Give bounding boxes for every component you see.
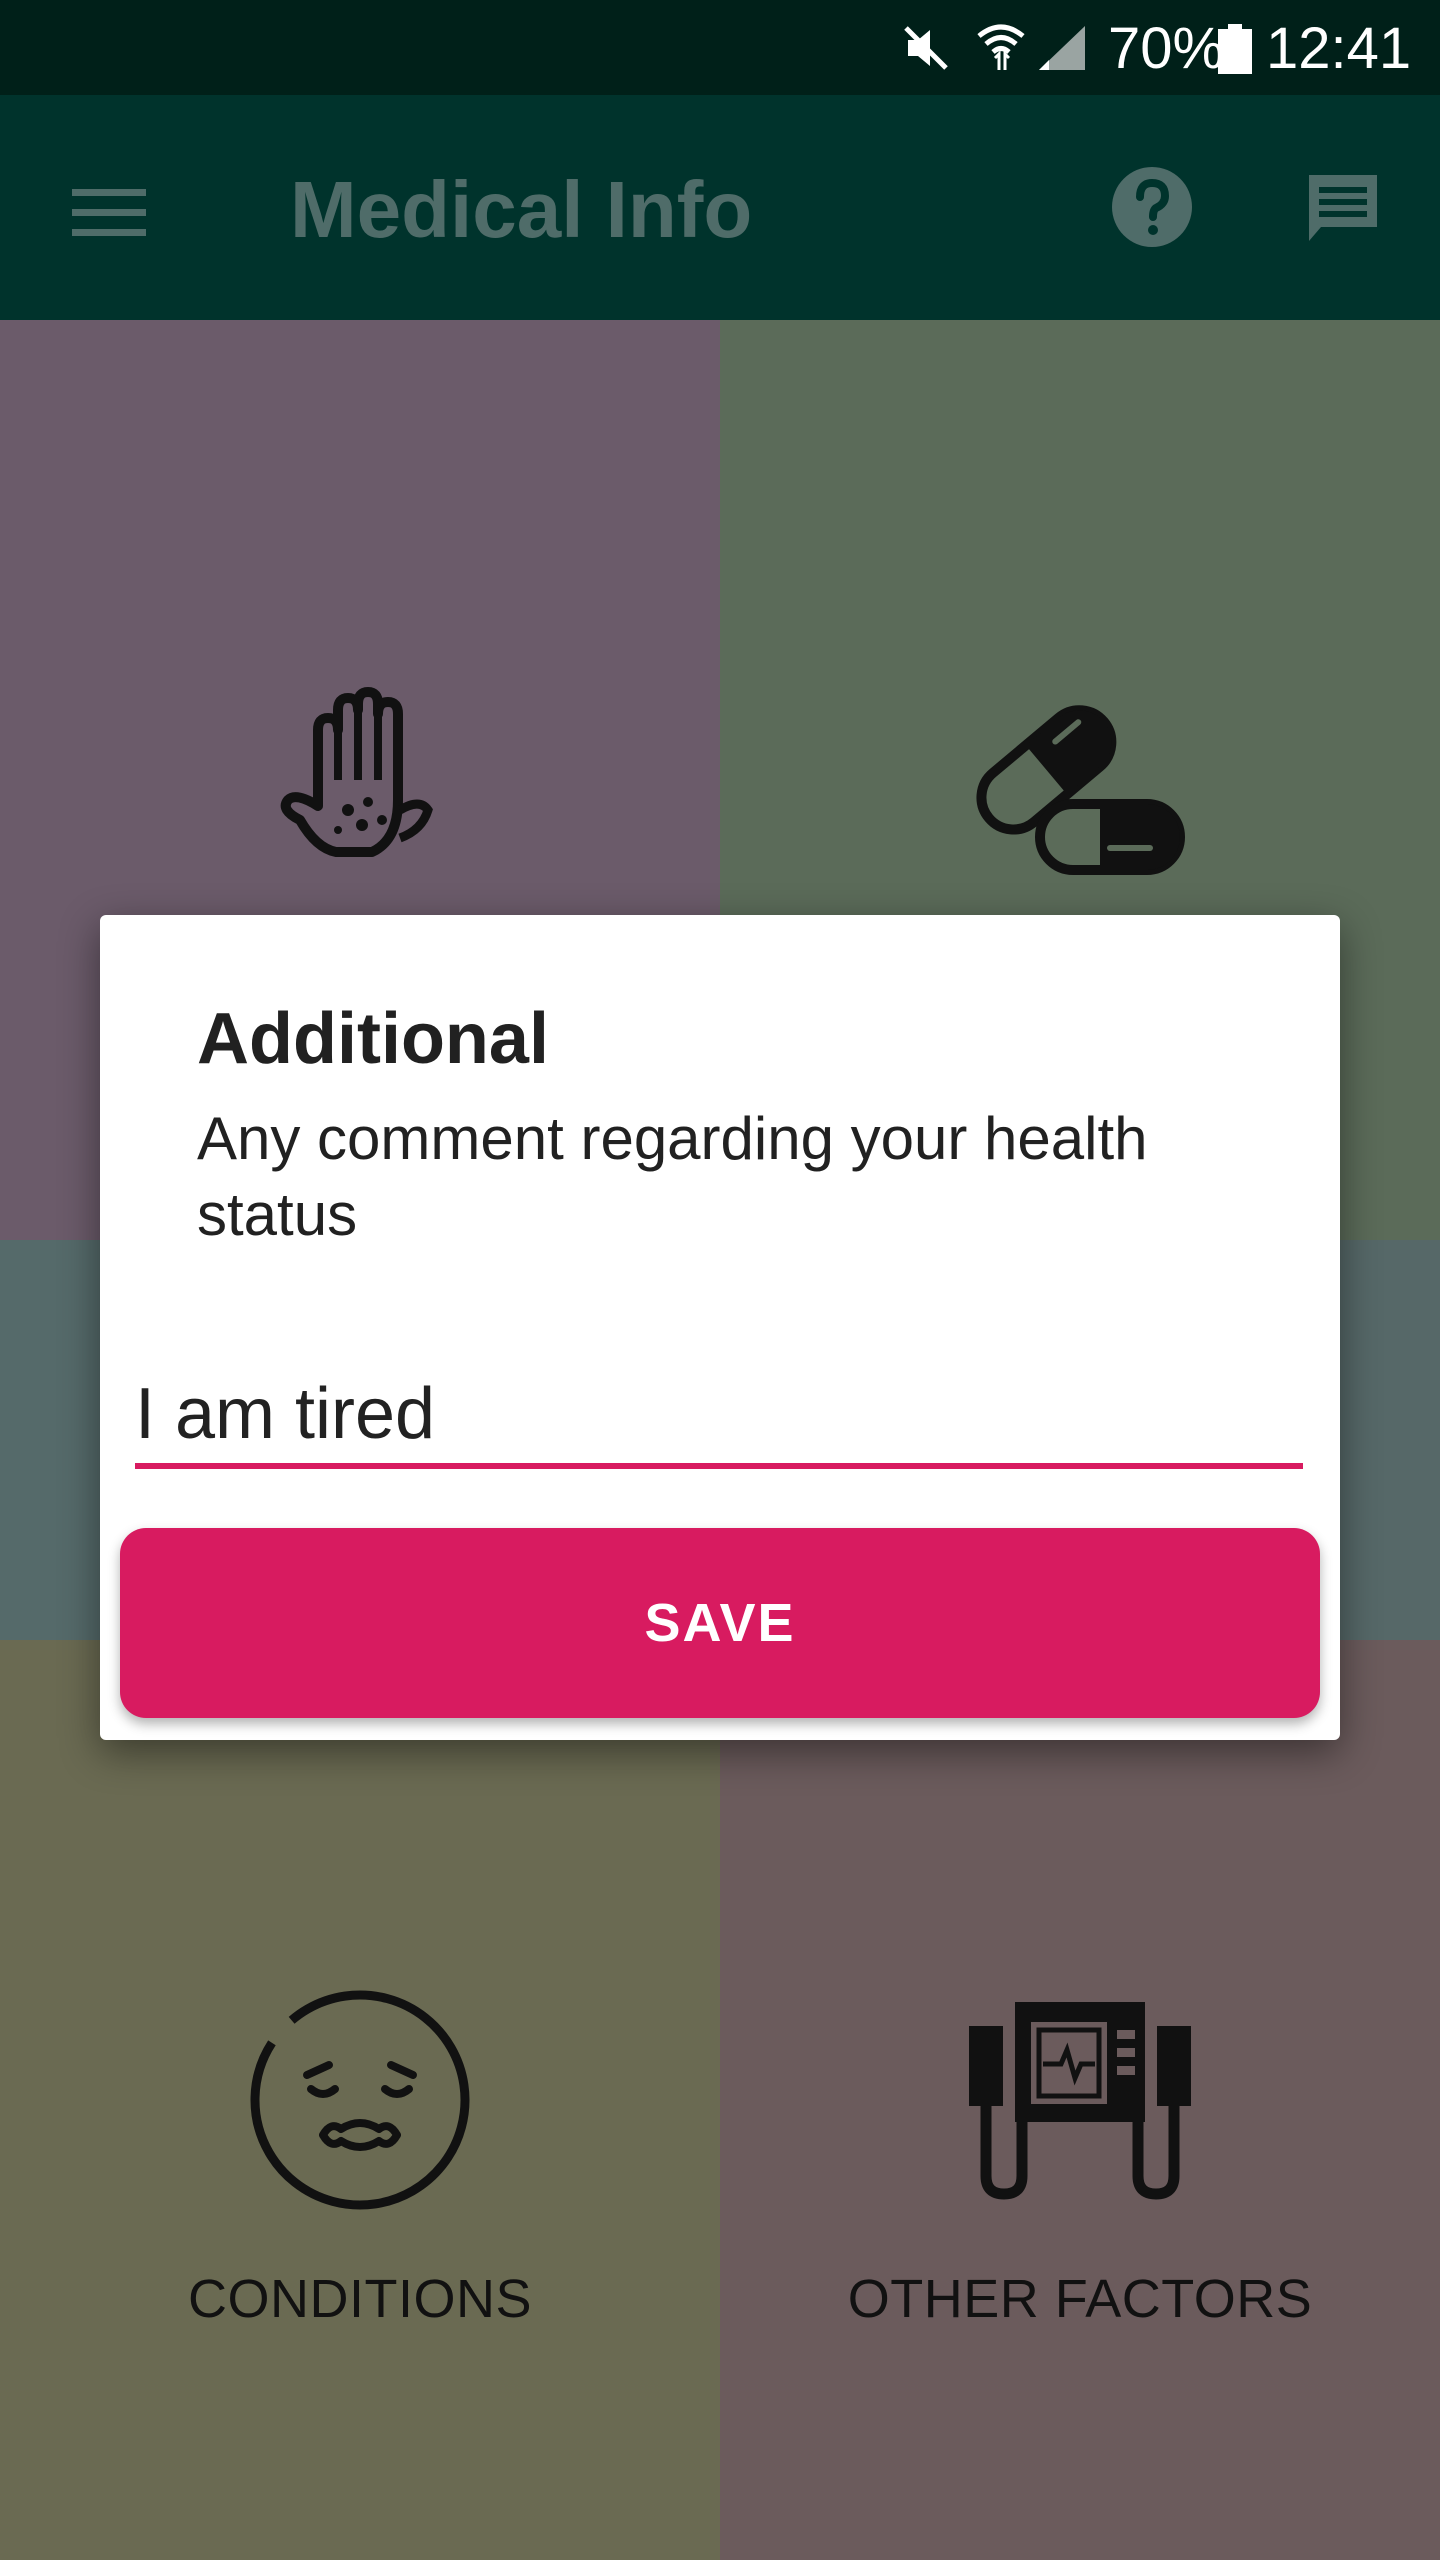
clock: 12:41 bbox=[1266, 16, 1412, 81]
status-bar: 70% 12:41 bbox=[0, 0, 1440, 95]
comment-input[interactable] bbox=[135, 1365, 1303, 1469]
save-button[interactable]: SAVE bbox=[120, 1528, 1320, 1718]
wifi-icon bbox=[977, 24, 1025, 70]
tile-conditions[interactable]: CONDITIONS bbox=[0, 1640, 720, 2560]
mute-icon bbox=[904, 26, 948, 70]
additional-dialog: Additional Any comment regarding your he… bbox=[100, 915, 1340, 1740]
dialog-title: Additional bbox=[197, 999, 549, 1079]
chat-icon[interactable] bbox=[1305, 171, 1381, 247]
battery-icon bbox=[1218, 24, 1252, 74]
help-icon[interactable] bbox=[1110, 165, 1194, 249]
app-bar: Medical Info bbox=[0, 95, 1440, 320]
tile-label-other-factors: OTHER FACTORS bbox=[847, 2269, 1313, 2329]
sick-face-icon bbox=[250, 1990, 470, 2210]
tile-other-factors[interactable]: OTHER FACTORS bbox=[720, 1640, 1440, 2560]
menu-icon[interactable] bbox=[72, 181, 152, 245]
pills-icon bbox=[976, 705, 1185, 875]
page-title: Medical Info bbox=[290, 165, 753, 254]
medical-device-icon bbox=[969, 2002, 1191, 2200]
dialog-subtitle: Any comment regarding your health status bbox=[197, 1105, 1148, 1248]
signal-icon bbox=[1039, 26, 1085, 70]
hand-rash-icon bbox=[280, 687, 433, 857]
tile-label-conditions: CONDITIONS bbox=[187, 2269, 532, 2329]
battery-percent: 70% bbox=[1108, 16, 1225, 81]
